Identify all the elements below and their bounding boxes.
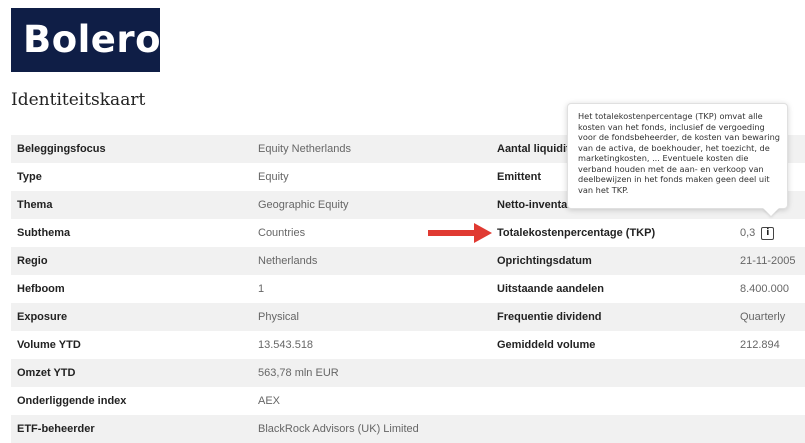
table-row: Hefboom 1 Uitstaande aandelen 8.400.000 [11, 275, 805, 303]
row-value: 1 [258, 283, 265, 295]
table-row: Regio Netherlands Oprichtingsdatum 21-11… [11, 247, 805, 275]
row-value: 8.400.000 [740, 283, 789, 295]
row-value: Equity Netherlands [258, 143, 351, 155]
row-label: Uitstaande aandelen [497, 283, 604, 295]
row-value: Quarterly [740, 311, 786, 323]
row-label-tkp: Totalekostenpercentage (TKP) [497, 227, 656, 239]
row-label: Gemiddeld volume [497, 339, 596, 351]
row-value: AEX [258, 395, 281, 407]
info-icon[interactable]: i [761, 226, 775, 240]
row-label: Omzet YTD [17, 367, 76, 379]
row-value: Countries [258, 227, 306, 239]
bolero-logo[interactable]: Bolero [11, 8, 161, 72]
row-value: 212.894 [740, 339, 780, 351]
row-label: Beleggingsfocus [17, 143, 106, 155]
row-value: Geographic Equity [258, 199, 349, 211]
row-label: Exposure [17, 311, 68, 323]
red-arrow-icon [428, 223, 492, 243]
row-value: Netherlands [258, 255, 318, 267]
row-label: Oprichtingsdatum [497, 255, 592, 267]
row-value: Equity [258, 171, 289, 183]
tooltip-text: Het totalekostenpercentage (TKP) omvat a… [578, 111, 780, 195]
row-label: Thema [17, 199, 53, 211]
row-label: Hefboom [17, 283, 65, 295]
row-value: 563,78 mln EUR [258, 367, 339, 379]
row-value: 13.543.518 [258, 339, 314, 351]
row-value: 21-11-2005 [740, 255, 796, 267]
row-value: Physical [258, 311, 299, 323]
table-row: Onderliggende index AEX [11, 387, 805, 415]
row-label: Regio [17, 255, 48, 267]
table-row: ETF-beheerder BlackRock Advisors (UK) Li… [11, 415, 805, 443]
table-row: Subthema Countries Totalekostenpercentag… [11, 219, 805, 247]
tkp-value: 0,3 [740, 227, 756, 239]
row-label: Type [17, 171, 42, 183]
tooltip-pointer [763, 208, 779, 216]
row-value: BlackRock Advisors (UK) Limited [258, 423, 419, 435]
table-row: Exposure Physical Frequentie dividend Qu… [11, 303, 805, 331]
row-label: Frequentie dividend [497, 311, 602, 323]
table-row: Volume YTD 13.543.518 Gemiddeld volume 2… [11, 331, 805, 359]
row-label: ETF-beheerder [17, 423, 95, 435]
tkp-tooltip: Het totalekostenpercentage (TKP) omvat a… [567, 103, 788, 209]
row-label: Onderliggende index [17, 395, 127, 407]
tkp-value-cell: 0,3 i [740, 219, 775, 247]
row-label: Volume YTD [17, 339, 81, 351]
page-title: Identiteitskaart [11, 90, 146, 110]
row-label: Emittent [497, 171, 541, 183]
row-label: Subthema [17, 227, 71, 239]
table-row: Omzet YTD 563,78 mln EUR [11, 359, 805, 387]
